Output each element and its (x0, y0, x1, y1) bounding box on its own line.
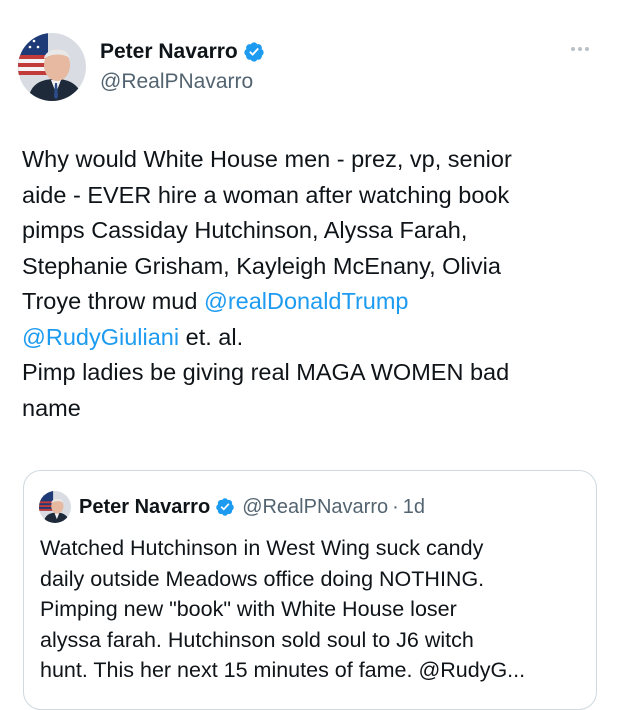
tweet-text: Why would White House men - prez, vp, se… (22, 142, 602, 426)
tweet-header: Peter Navarro @RealPNavarro (18, 33, 265, 101)
tweet-text-line: Troye throw mud @realDonaldTrump (22, 284, 602, 320)
tweet-text-line: Stephanie Grisham, Kayleigh McEnany, Oli… (22, 249, 602, 285)
tweet-text-segment: aide - EVER hire a woman after watching … (22, 181, 510, 208)
quoted-author-name: Peter Navarro (79, 496, 211, 518)
author-name[interactable]: Peter Navarro (100, 39, 238, 65)
quoted-text-line: Watched Hutchinson in West Wing suck can… (40, 536, 484, 560)
author-handle[interactable]: @RealPNavarro (100, 69, 265, 95)
mention-link[interactable]: @realDonaldTrump (204, 288, 409, 314)
tweet-text-line: @RudyGiuliani et. al. (22, 320, 602, 356)
quoted-author-handle: @RealPNavarro (242, 496, 389, 518)
tweet-text-line: Pimp ladies be giving real MAGA WOMEN ba… (22, 355, 602, 391)
quoted-author-avatar (39, 491, 71, 523)
tweet-text-segment: Pimp ladies be giving real MAGA WOMEN ba… (22, 359, 510, 385)
tweet-text-line: pimps Cassiday Hutchinson, Alyssa Farah, (22, 213, 602, 249)
mention-link[interactable]: @RudyGiuliani (22, 324, 179, 350)
quoted-text-line: hunt. This her next 15 minutes of fame. … (40, 658, 526, 682)
quoted-text-line: Pimping new "book" with White House lose… (40, 597, 457, 621)
tweet-text-segment: Stephanie Grisham, Kayleigh McEnany, Oli… (22, 252, 501, 279)
tweet-text-line: name (22, 391, 602, 427)
author-avatar[interactable] (18, 33, 86, 101)
quoted-tweet-text: Watched Hutchinson in West Wing suck can… (40, 533, 592, 686)
more-options-icon[interactable] (571, 47, 589, 51)
verified-badge-icon (216, 498, 234, 516)
quoted-timestamp: 1d (402, 495, 426, 518)
tweet-text-line: Why would White House men - prez, vp, se… (22, 142, 602, 178)
separator-dot: · (392, 495, 399, 518)
tweet-text-segment: Why would White House men - prez, vp, se… (22, 146, 512, 172)
quoted-text-line: daily outside Meadows office doing NOTHI… (40, 566, 485, 591)
tweet-text-segment: name (22, 394, 81, 421)
quoted-tweet-header: Peter Navarro @RealPNavarro · 1d (39, 491, 425, 523)
quoted-text-line: alyssa farah. Hutchinson sold soul to J6… (40, 627, 474, 652)
quoted-tweet[interactable]: Peter Navarro @RealPNavarro · 1d Watched… (23, 470, 597, 710)
tweet-text-line: aide - EVER hire a woman after watching … (22, 178, 602, 214)
tweet-text-segment: Troye throw mud (22, 288, 204, 314)
verified-badge-icon (244, 42, 264, 62)
tweet-text-segment: et. al. (179, 323, 244, 350)
tweet-text-segment: pimps Cassiday Hutchinson, Alyssa Farah, (22, 217, 468, 243)
